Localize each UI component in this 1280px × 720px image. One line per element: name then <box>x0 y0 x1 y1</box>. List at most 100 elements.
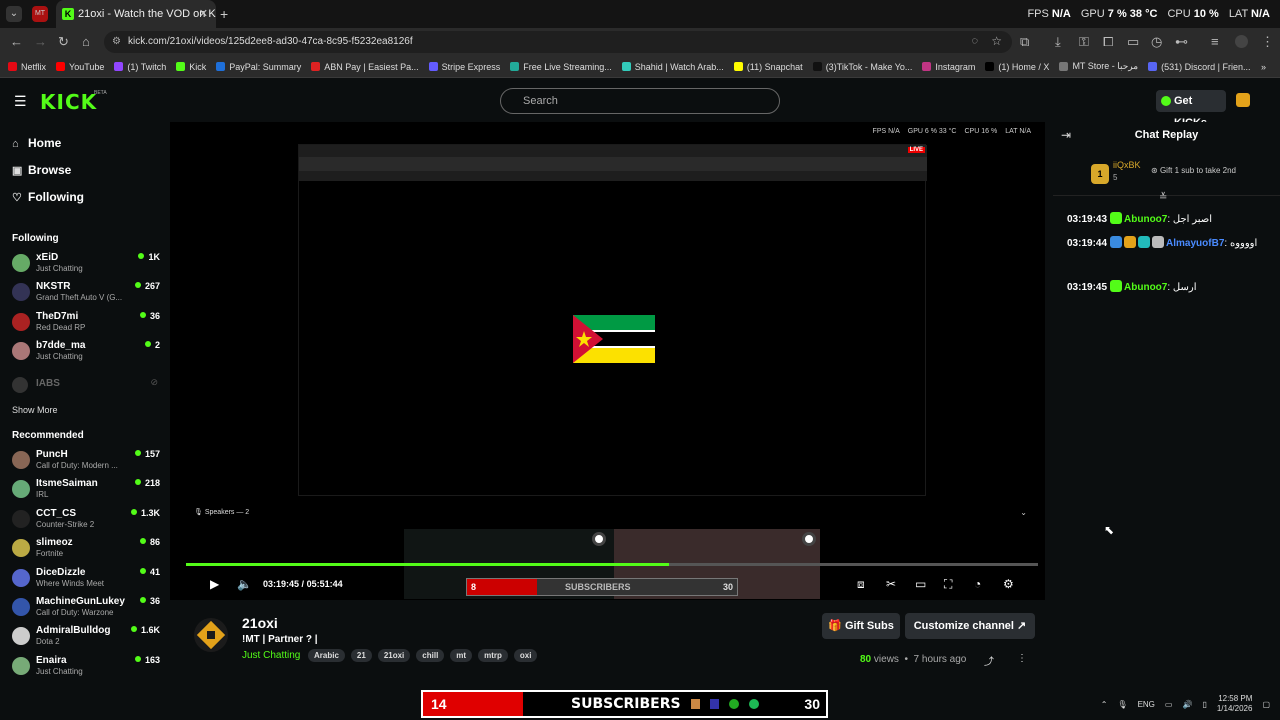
miniplayer-icon[interactable]: ⧈ <box>857 577 865 592</box>
nav-home[interactable]: ⌂ Home <box>12 136 61 150</box>
channel-name[interactable]: 21oxi <box>242 615 278 631</box>
sidebar-channel[interactable]: slimeoz Fortnite 86 <box>12 537 160 565</box>
kick-logo[interactable]: KICK <box>40 90 97 114</box>
offline-channel[interactable]: IABS ⊘ <box>12 375 160 403</box>
key-icon[interactable]: ⚿ <box>1079 34 1089 50</box>
bookmark-item[interactable]: Instagram <box>922 62 975 72</box>
get-kicks-button[interactable]: Get KICKs <box>1156 90 1226 129</box>
tag-pill[interactable]: 21 <box>350 649 372 662</box>
sidebar-channel[interactable]: CCT_CS Counter-Strike 2 1.3K <box>12 508 160 536</box>
home-icon[interactable]: ⌂ <box>82 34 90 49</box>
link-icon[interactable]: ⊷ <box>1175 34 1188 50</box>
share-icon[interactable]: ⤴ <box>984 653 994 668</box>
active-tab[interactable]: K 21oxi - Watch the VOD on Kick ✕ <box>56 0 216 28</box>
user-avatar[interactable] <box>1236 93 1250 107</box>
tag-pill[interactable]: Arabic <box>308 649 345 662</box>
language-indicator[interactable]: ENG <box>1138 700 1155 709</box>
microphone-icon[interactable]: 🎙 <box>1117 700 1127 709</box>
play-icon[interactable]: ▶ <box>210 577 219 591</box>
message-user[interactable]: Abunoo7 <box>1124 214 1167 225</box>
speakers-indicator[interactable]: 🎙 Speakers — 2 <box>194 508 249 516</box>
bookmark-item[interactable]: (531) Discord | Frien... <box>1148 62 1250 72</box>
spotify-icon[interactable] <box>749 699 759 709</box>
bookmark-star-icon[interactable]: ☆ <box>991 34 1002 48</box>
clock[interactable]: 12:58 PM 1/14/2026 <box>1217 694 1253 714</box>
bookmark-item[interactable]: Netflix <box>8 62 46 72</box>
sidebar-channel[interactable]: b7dde_ma Just Chatting 2 <box>12 340 160 368</box>
translate-icon[interactable]: ⧠ <box>1103 34 1113 50</box>
bookmark-item[interactable]: (11) Snapchat <box>733 62 803 72</box>
bookmark-item[interactable]: Kick <box>176 62 206 72</box>
battery-icon[interactable]: ▯ <box>1202 700 1206 709</box>
profile-avatar[interactable] <box>1235 35 1248 48</box>
clip-icon[interactable]: ✂ <box>886 577 896 591</box>
bookmarks-overflow-icon[interactable]: » <box>1261 62 1266 72</box>
gift-prompt[interactable]: ⊛ Gift 1 sub to take 2nd <box>1151 166 1236 175</box>
bookmark-item[interactable]: Free Live Streaming... <box>510 62 612 72</box>
volume-icon[interactable]: 🔈 <box>237 577 252 591</box>
bookmark-item[interactable]: YouTube <box>56 62 104 72</box>
tag-pill[interactable]: mtrp <box>478 649 508 662</box>
sidebar-channel[interactable]: NKSTR Grand Theft Auto V (G... 267 <box>12 281 160 309</box>
sidebar-channel[interactable]: xEiD Just Chatting 1K <box>12 252 160 280</box>
sidebar-channel[interactable]: DiceDizzle Where Winds Meet 41 <box>12 567 160 595</box>
bookmark-item[interactable]: PayPal: Summary <box>216 62 301 72</box>
sidebar-channel[interactable]: TheD7mi Red Dead RP 36 <box>12 311 160 339</box>
bookmark-item[interactable]: (1) Home / X <box>985 62 1049 72</box>
expand-leaderboard-icon[interactable]: ≚ <box>1159 192 1167 203</box>
forward-icon[interactable]: → <box>34 34 47 49</box>
volume-icon[interactable]: 🔊 <box>1182 700 1192 709</box>
message-user[interactable]: AlmayuofB7 <box>1166 238 1224 249</box>
reading-list-icon[interactable]: ≡ <box>1211 34 1219 49</box>
extensions-icon[interactable]: ⧉ <box>1020 34 1029 50</box>
fullscreen-icon[interactable]: ⛶ <box>944 577 952 592</box>
browser-menu-icon[interactable]: ⋮ <box>1261 34 1274 50</box>
more-options-icon[interactable]: ⋮ <box>1017 653 1027 664</box>
tag-pill[interactable]: mt <box>450 649 473 662</box>
pinned-tab-icon[interactable]: MT <box>32 6 48 22</box>
bookmark-item[interactable]: Stripe Express <box>428 62 500 72</box>
video-player[interactable]: FPS N/A GPU 6 % 33 °C CPU 16 % LAT N/A LIVE… <box>170 122 1045 600</box>
bookmark-item[interactable]: Shahid | Watch Arab... <box>621 62 724 72</box>
history-icon[interactable]: ◷ <box>1151 34 1162 50</box>
category-link[interactable]: Just Chatting <box>242 650 300 661</box>
sidebar-channel[interactable]: MachineGunLukey Call of Duty: Warzone 36 <box>12 596 160 624</box>
settings-gear-icon[interactable]: ⚙ <box>1003 577 1014 591</box>
app-icon[interactable] <box>710 699 719 709</box>
new-tab-button[interactable]: + <box>220 6 228 22</box>
tag-pill[interactable]: chill <box>416 649 445 662</box>
theater-mode-icon[interactable]: ▭ <box>915 577 926 591</box>
nav-following[interactable]: ♡ Following <box>12 190 84 204</box>
network-icon[interactable]: ▭ <box>1165 700 1173 709</box>
playback-speed-icon[interactable]: ◔ <box>974 577 981 591</box>
bookmark-item[interactable]: (1) Twitch <box>114 62 166 72</box>
customize-channel-button[interactable]: Customize channel ↗ <box>905 613 1035 639</box>
sidebar-channel[interactable]: ItsmeSaiman IRL 218 <box>12 478 160 506</box>
bookmark-item[interactable]: MT Store - مرحبا <box>1059 61 1138 72</box>
hamburger-menu-icon[interactable]: ☰ <box>14 93 27 110</box>
notification-icon[interactable]: ▢ <box>1262 700 1270 709</box>
chevron-up-icon[interactable]: ⌃ <box>1101 700 1108 709</box>
gift-subs-button[interactable]: 🎁 Gift Subs <box>822 613 900 639</box>
tag-pill[interactable]: 21oxi <box>377 649 411 662</box>
sidebar-channel[interactable]: AdmiralBulldog Dota 2 1.6K <box>12 625 160 653</box>
seek-bar[interactable] <box>186 563 1038 566</box>
search-input[interactable]: Search <box>500 88 780 114</box>
message-user[interactable]: Abunoo7 <box>1124 282 1167 293</box>
close-tab-icon[interactable]: ✕ <box>199 0 208 28</box>
eye-off-icon[interactable]: ◌ <box>971 35 978 47</box>
gifter-name[interactable]: iiQxBK <box>1113 160 1141 170</box>
tab-list-icon[interactable]: ⌄ <box>6 6 22 22</box>
address-bar[interactable]: ⚙ kick.com/21oxi/videos/125d2ee8-ad30-47… <box>104 31 1012 53</box>
app-icon[interactable] <box>691 699 700 709</box>
nav-browse[interactable]: ▣ Browse <box>12 163 71 177</box>
url-text[interactable]: kick.com/21oxi/videos/125d2ee8-ad30-47ca… <box>128 36 413 47</box>
bookmark-item[interactable]: (3)TikTok - Make Yo... <box>812 62 912 72</box>
site-info-icon[interactable]: ⚙ <box>112 36 121 47</box>
xbox-icon[interactable] <box>729 699 739 709</box>
sidebar-channel[interactable]: Enaira Just Chatting 163 <box>12 655 160 683</box>
bookmark-item[interactable]: ABN Pay | Easiest Pa... <box>311 62 419 72</box>
show-more-link[interactable]: Show More <box>12 405 58 415</box>
channel-avatar[interactable] <box>194 618 228 652</box>
sidebar-channel[interactable]: PuncH Call of Duty: Modern ... 157 <box>12 449 160 477</box>
